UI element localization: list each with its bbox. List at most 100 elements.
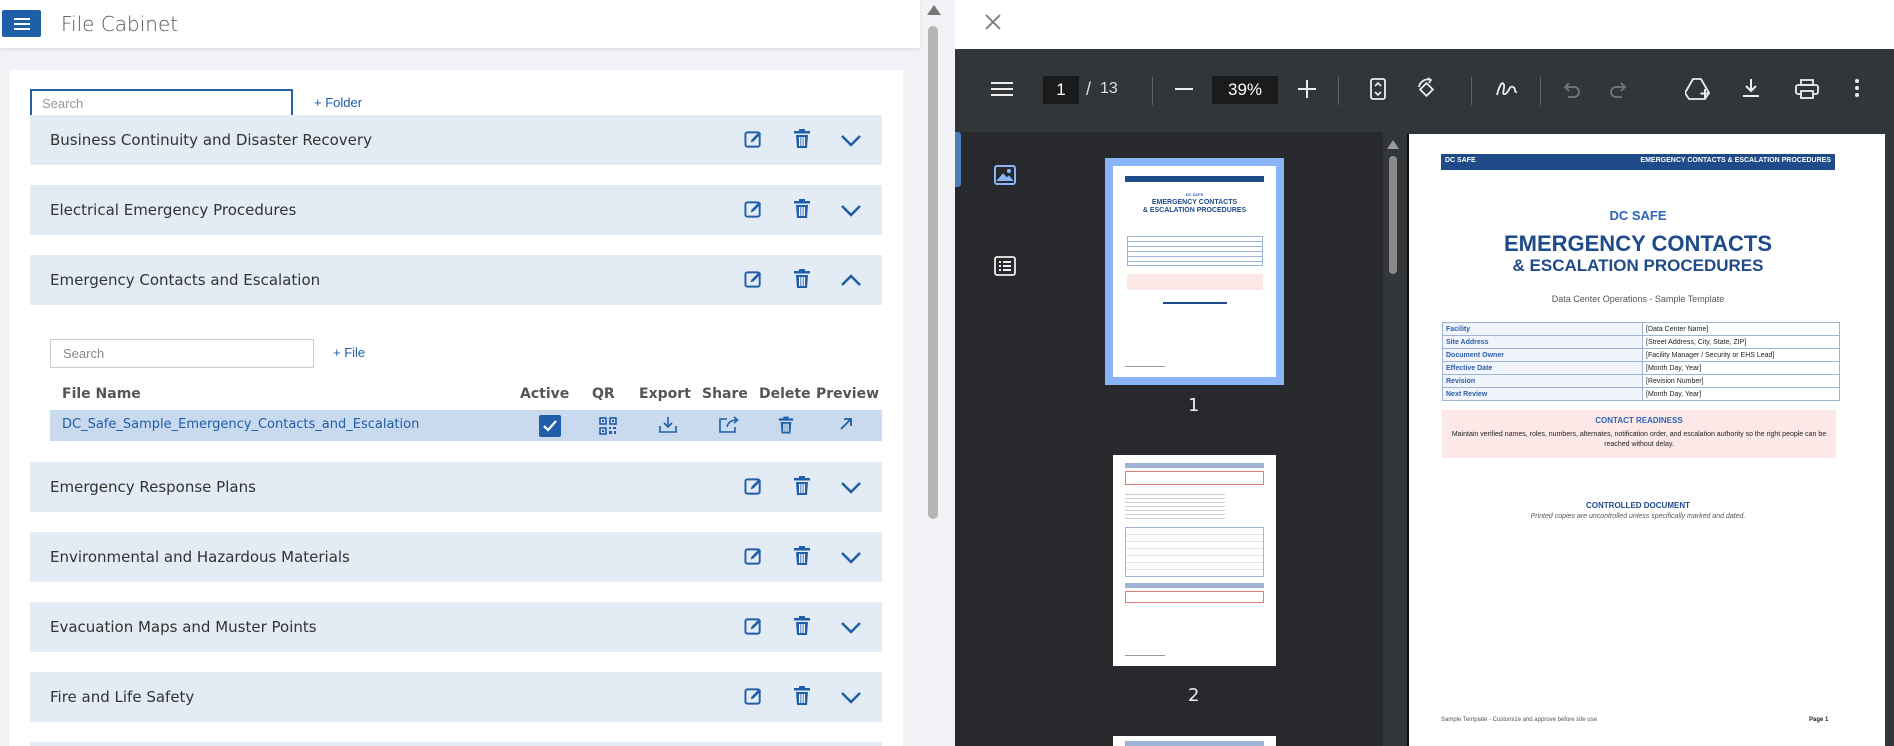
trash-icon[interactable] [793,616,811,636]
table-row[interactable]: DC_Safe_Sample_Emergency_Contacts_and_Es… [50,410,882,441]
edit-icon[interactable] [744,477,763,496]
page-thumbnail-2[interactable] [1113,455,1276,666]
folder-label: Business Continuity and Disaster Recover… [50,131,372,149]
chevron-down-icon[interactable] [840,131,862,149]
page-footer-left: Sample Template - Customize and approve … [1441,717,1597,723]
open-external-icon[interactable] [838,416,854,432]
fit-page-icon[interactable] [1370,78,1386,100]
controlled-note: Printed copies are uncontrolled unless s… [1530,513,1746,520]
edit-icon[interactable] [744,200,763,219]
scrollbar-thumb[interactable] [928,26,938,519]
file-search-input[interactable] [50,339,314,368]
document-subtitle: Data Center Operations - Sample Template [1551,294,1725,304]
download-icon[interactable] [658,416,678,434]
toolbar-divider [1338,77,1339,105]
column-header-delete: Delete [759,386,811,402]
chevron-down-icon[interactable] [840,478,862,496]
trash-icon[interactable] [793,476,811,496]
sidebar-menu-icon[interactable] [991,80,1013,98]
page-total: 13 [1100,80,1118,97]
checkmark-icon [543,420,557,432]
rotate-icon[interactable] [1415,77,1439,101]
thumbnails-view-icon[interactable] [994,165,1016,185]
trash-icon[interactable] [793,546,811,566]
page-number-input[interactable] [1043,76,1079,104]
info-row: Document Owner [Facility Manager / Securi… [1442,348,1840,362]
download-icon[interactable] [1741,78,1761,98]
trash-icon[interactable] [778,416,794,435]
page-scroll-edge [1885,134,1894,746]
page-title: File Cabinet [61,12,179,36]
menu-line [13,22,30,25]
info-row: Facility [Data Center Name] [1442,322,1840,336]
info-value: [Street Address, City, State, ZIP] [1642,335,1840,349]
trash-icon[interactable] [793,686,811,706]
add-file-link[interactable]: + File [333,345,365,360]
column-header-file-name: File Name [62,386,141,402]
scroll-up-arrow-icon[interactable] [1387,140,1399,149]
chevron-up-icon[interactable] [840,271,862,289]
share-icon[interactable] [718,416,740,434]
thumbnail-label: 1 [1188,395,1200,416]
page-thumbnail-1[interactable]: DC SAFE EMERGENCY CONTACTS & ESCALATION P… [1113,166,1276,377]
page-thumbnail-3[interactable] [1113,736,1276,746]
print-icon[interactable] [1795,79,1819,99]
thumbnails-scrollbar[interactable] [1383,132,1403,746]
edit-icon[interactable] [744,617,763,636]
folder-row-partial[interactable] [30,742,882,746]
edit-icon[interactable] [744,270,763,289]
edit-icon[interactable] [744,687,763,706]
folder-search-input[interactable] [30,89,293,118]
trash-icon[interactable] [793,129,811,149]
chevron-down-icon[interactable] [840,688,862,706]
info-key: Effective Date [1442,361,1643,375]
active-checkbox[interactable] [539,415,561,437]
more-options-icon[interactable] [1854,78,1860,98]
info-row: Next Review [Month Day, Year] [1442,387,1840,401]
contact-readiness-box: CONTACT READINESS Maintain verified name… [1442,410,1836,458]
page-footer-right: Page 1 [1809,717,1829,723]
folder-row[interactable]: Business Continuity and Disaster Recover… [30,115,882,165]
add-folder-link[interactable]: + Folder [314,95,362,110]
document-info-table: Facility [Data Center Name] Site Address[… [1442,322,1840,401]
chevron-down-icon[interactable] [840,548,862,566]
redo-icon[interactable] [1609,80,1629,98]
hamburger-menu-button[interactable] [2,10,41,37]
menu-line [13,17,30,20]
folder-row[interactable]: Emergency Response Plans [30,462,882,512]
readiness-heading: CONTACT READINESS [1595,416,1683,425]
trash-icon[interactable] [793,269,811,289]
info-row: Effective Date [Month Day, Year] [1442,361,1840,375]
save-to-drive-icon[interactable] [1685,77,1713,101]
trash-icon[interactable] [793,199,811,219]
info-key: Next Review [1442,387,1643,401]
file-name-link[interactable]: DC_Safe_Sample_Emergency_Contacts_and_Es… [62,417,419,432]
annotate-icon[interactable] [1495,79,1519,99]
edit-icon[interactable] [744,130,763,149]
close-icon[interactable] [983,12,1003,32]
zoom-out-icon[interactable] [1175,88,1193,91]
zoom-in-icon[interactable] [1298,80,1316,98]
scroll-up-arrow-icon[interactable] [927,5,941,15]
chevron-down-icon[interactable] [840,201,862,219]
preview-panel: / 13 39% [955,0,1894,746]
folder-row[interactable]: Environmental and Hazardous Materials [30,532,882,582]
folder-row-expanded[interactable]: Emergency Contacts and Escalation [30,255,882,305]
info-row: Revision [Revision Number] [1442,374,1840,388]
zoom-level[interactable]: 39% [1212,76,1278,104]
document-title-line2: & ESCALATION PROCEDURES [1512,256,1764,275]
qr-code-icon[interactable] [599,417,617,435]
edit-icon[interactable] [744,547,763,566]
chevron-down-icon[interactable] [840,618,862,636]
toolbar-divider [1471,77,1472,105]
controlled-heading: CONTROLLED DOCUMENT [1586,501,1690,510]
folder-row[interactable]: Evacuation Maps and Muster Points [30,602,882,652]
folder-row[interactable]: Fire and Life Safety [30,672,882,722]
info-key: Revision [1442,374,1643,388]
document-outline-icon[interactable] [994,256,1016,276]
folder-row[interactable]: Electrical Emergency Procedures [30,185,882,235]
undo-icon[interactable] [1561,80,1581,98]
folder-list-scrollbar[interactable] [924,0,944,746]
scrollbar-thumb[interactable] [1389,156,1397,274]
pdf-toolbar: / 13 39% [955,49,1894,132]
